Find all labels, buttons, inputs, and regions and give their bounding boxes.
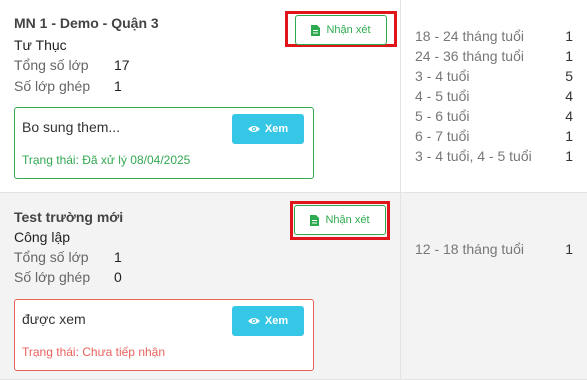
comment-button[interactable]: Nhận xét (295, 15, 387, 45)
age-group-item: 6 - 7 tuổi 1 (415, 128, 573, 148)
feedback-text: được xem (22, 311, 86, 327)
feedback-text: Bo sung them... (22, 119, 121, 135)
age-group-count: 1 (565, 241, 573, 257)
feedback-box: được xem Xem Trạng thái: Chưa tiếp nhận (14, 299, 314, 371)
school-info-panel: Test trường mới Công lập Tổng số lớp 1 S… (0, 193, 400, 379)
age-groups-panel: 12 - 18 tháng tuổi 1 (401, 193, 587, 379)
school-name: Test trường mới (14, 209, 124, 225)
merged-classes-label: Số lớp ghép (14, 269, 91, 285)
age-group-label: 3 - 4 tuổi, 4 - 5 tuổi (415, 148, 532, 164)
school-name: MN 1 - Demo - Quận 3 (14, 15, 159, 31)
merged-classes-value: 1 (114, 78, 122, 94)
view-button-label: Xem (264, 315, 289, 327)
age-group-item: 3 - 4 tuổi 5 (415, 68, 573, 88)
age-group-item: 3 - 4 tuổi, 4 - 5 tuổi 1 (415, 148, 573, 168)
age-group-count: 5 (565, 68, 573, 84)
age-group-label: 3 - 4 tuổi (415, 68, 470, 84)
age-group-item: 12 - 18 tháng tuổi 1 (415, 241, 573, 261)
age-group-count: 1 (565, 48, 573, 64)
feedback-box: Bo sung them... Xem Trạng thái: Đã xử lý… (14, 107, 314, 179)
age-group-label: 4 - 5 tuổi (415, 88, 470, 104)
age-group-count: 4 (565, 108, 573, 124)
comment-button[interactable]: Nhận xét (294, 205, 386, 235)
age-groups-panel: 18 - 24 tháng tuổi 1 24 - 36 tháng tuổi 1 … (401, 0, 587, 192)
eye-icon (247, 126, 260, 132)
age-group-count: 1 (565, 148, 573, 164)
eye-icon (247, 318, 260, 324)
total-classes-value: 17 (114, 57, 130, 73)
status-text: Trạng thái: Chưa tiếp nhận (22, 345, 166, 359)
school-row: MN 1 - Demo - Quận 3 Tư Thục Tổng số lớp… (0, 0, 587, 193)
age-group-count: 4 (565, 88, 573, 104)
document-icon (310, 214, 320, 226)
school-type: Tư Thục (14, 37, 67, 53)
age-group-count: 1 (565, 28, 573, 44)
comment-button-label: Nhận xét (326, 24, 371, 36)
document-icon (311, 24, 321, 36)
view-button[interactable]: Xem (232, 114, 304, 144)
age-group-item: 5 - 6 tuổi 4 (415, 108, 573, 128)
status-text: Trạng thái: Đã xử lý 08/04/2025 (22, 153, 191, 167)
total-classes-label: Tổng số lớp (14, 249, 89, 265)
age-group-label: 24 - 36 tháng tuổi (415, 48, 524, 64)
comment-button-label: Nhận xét (325, 214, 370, 226)
merged-classes-label: Số lớp ghép (14, 78, 91, 94)
age-group-label: 12 - 18 tháng tuổi (415, 241, 524, 257)
age-group-count: 1 (565, 128, 573, 144)
view-button-label: Xem (264, 123, 289, 135)
age-group-label: 5 - 6 tuổi (415, 108, 470, 124)
merged-classes-value: 0 (114, 269, 122, 285)
age-group-label: 18 - 24 tháng tuổi (415, 28, 524, 44)
view-button[interactable]: Xem (232, 306, 304, 336)
age-group-item: 18 - 24 tháng tuổi 1 (415, 28, 573, 48)
age-group-item: 24 - 36 tháng tuổi 1 (415, 48, 573, 68)
school-info-panel: MN 1 - Demo - Quận 3 Tư Thục Tổng số lớp… (0, 0, 400, 192)
total-classes-label: Tổng số lớp (14, 57, 89, 73)
school-type: Công lập (14, 229, 71, 245)
age-group-item: 4 - 5 tuổi 4 (415, 88, 573, 108)
total-classes-value: 1 (114, 249, 122, 265)
age-group-label: 6 - 7 tuổi (415, 128, 470, 144)
school-row: Test trường mới Công lập Tổng số lớp 1 S… (0, 193, 587, 380)
